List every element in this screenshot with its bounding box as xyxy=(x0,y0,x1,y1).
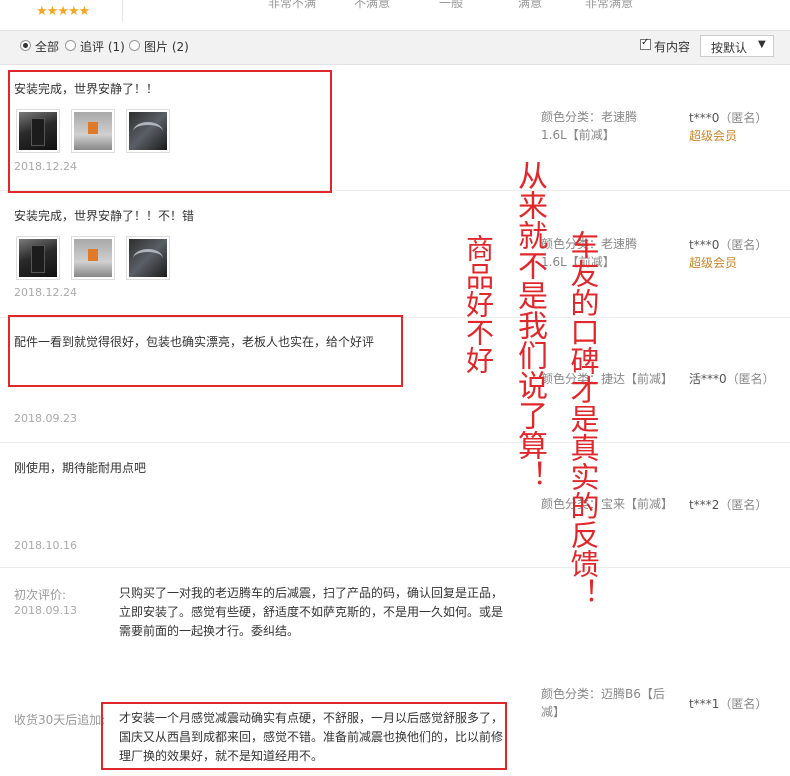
sku-label: 颜色分类： xyxy=(541,110,602,124)
filter-followup-radio[interactable] xyxy=(65,40,76,51)
reviewer: t***0（匿名） xyxy=(689,110,767,127)
review-filter-bar: 全部 追评 (1) 图片 (2) 有内容 按默认 ▼ xyxy=(0,30,790,65)
sku-value: 迈腾B6【后 xyxy=(601,687,665,701)
sku-label: 颜色分类： xyxy=(541,687,602,701)
reviewer: t***2（匿名） xyxy=(689,497,767,514)
review-image-thumb[interactable] xyxy=(71,236,115,280)
member-badge: 超级会员 xyxy=(689,129,738,143)
wheel-arch-photo xyxy=(129,239,167,277)
overlay-text-left: 商品好不好 xyxy=(462,234,495,374)
highlight-box xyxy=(8,315,403,387)
reviewer-name: 活***0 xyxy=(689,372,727,386)
reviewer-anon: （匿名） xyxy=(719,238,768,252)
reviewer: t***1（匿名） xyxy=(689,696,767,713)
reviewer-anon: （匿名） xyxy=(726,372,775,386)
filter-followup-label[interactable]: 追评 (1) xyxy=(80,38,125,55)
rating-strip: ★★★★★ 非常不满 不满意 一般 满意 非常满意 xyxy=(0,0,790,30)
reviewer-anon: （匿名） xyxy=(719,697,768,711)
reviewer-name: t***0 xyxy=(689,238,720,252)
sku-value: 老速腾 xyxy=(601,110,638,124)
sku-info: 颜色分类：迈腾B6【后 减】 xyxy=(541,685,669,721)
followup-review-label: 收货30天后追加: xyxy=(14,713,106,727)
reviewer: 活***0（匿名） xyxy=(689,371,775,388)
review-date: 2018.12.24 xyxy=(14,286,77,299)
sort-dropdown[interactable]: 按默认 ▼ xyxy=(700,35,774,57)
review-item: 安装完成，世界安静了！！不！错 2018.12.24 颜色分类：老速腾 1.6L… xyxy=(0,191,790,318)
sort-dropdown-label: 按默认 xyxy=(711,41,748,55)
reviewer-anon: （匿名） xyxy=(719,111,768,125)
sku-info: 颜色分类：捷达【前减】 xyxy=(541,370,673,388)
review-page: ★★★★★ 非常不满 不满意 一般 满意 非常满意 全部 追评 (1) 图片 (… xyxy=(0,0,790,776)
has-content-checkbox[interactable] xyxy=(640,37,651,50)
initial-review-label: 初次评价: xyxy=(14,588,67,602)
star-rating-icon: ★★★★★ xyxy=(36,4,90,19)
filter-images-radio[interactable] xyxy=(129,40,140,51)
review-text: 安装完成，世界安静了！！不！错 xyxy=(14,209,195,223)
overlay-text-right: 车友的口碑才是真实的反馈！ xyxy=(566,230,600,607)
filter-all-radio[interactable] xyxy=(20,40,31,51)
member-badge: 超级会员 xyxy=(689,256,738,270)
highlight-box xyxy=(101,702,507,770)
review-text: 只购买了一对我的老迈腾车的后减震，扫了产品的码，确认回复是正品，立即安装了。感觉… xyxy=(119,586,504,638)
review-image-thumb[interactable] xyxy=(126,236,170,280)
scale-label-very-satisfied: 非常满意 xyxy=(585,0,634,10)
review-date: 2018.09.13 xyxy=(14,604,77,617)
sku-value-line2: 减】 xyxy=(541,705,566,719)
sku-info: 颜色分类：宝来【前减】 xyxy=(541,495,673,513)
sku-info: 颜色分类：老速腾 1.6L【前减】 xyxy=(541,108,637,144)
scale-label-neutral: 一般 xyxy=(439,0,464,10)
reviewer-anon: （匿名） xyxy=(719,498,768,512)
reviewer-name: t***1 xyxy=(689,697,720,711)
sku-value: 捷达【前减】 xyxy=(601,372,674,386)
review-date: 2018.09.23 xyxy=(14,412,77,425)
installation-photo xyxy=(74,239,112,277)
chevron-down-icon: ▼ xyxy=(758,39,766,50)
sku-value: 老速腾 xyxy=(601,237,638,251)
reviewer-name: t***2 xyxy=(689,498,720,512)
review-text: 刚使用，期待能耐用点吧 xyxy=(14,461,147,475)
review-date: 2018.10.16 xyxy=(14,539,77,552)
reviewer: t***0（匿名） xyxy=(689,237,767,254)
scale-label-dissatisfied: 不满意 xyxy=(354,0,391,10)
sku-value-line2: 1.6L【前减】 xyxy=(541,128,615,142)
shock-absorber-photo xyxy=(19,239,57,277)
filter-images-label[interactable]: 图片 (2) xyxy=(144,38,189,55)
filter-all-label[interactable]: 全部 xyxy=(35,38,59,55)
overlay-text-middle: 从来就不是我们说了算！ xyxy=(512,160,547,490)
has-content-label[interactable]: 有内容 xyxy=(654,38,690,55)
scale-label-satisfied: 满意 xyxy=(518,0,543,10)
sku-value: 宝来【前减】 xyxy=(601,497,674,511)
review-item: 刚使用，期待能耐用点吧 2018.10.16 颜色分类：宝来【前减】 t***2… xyxy=(0,443,790,568)
reviewer-name: t***0 xyxy=(689,111,720,125)
review-image-thumb[interactable] xyxy=(16,236,60,280)
highlight-box xyxy=(8,70,332,193)
scale-label-very-dissatisfied: 非常不满 xyxy=(268,0,317,10)
divider xyxy=(122,0,123,22)
